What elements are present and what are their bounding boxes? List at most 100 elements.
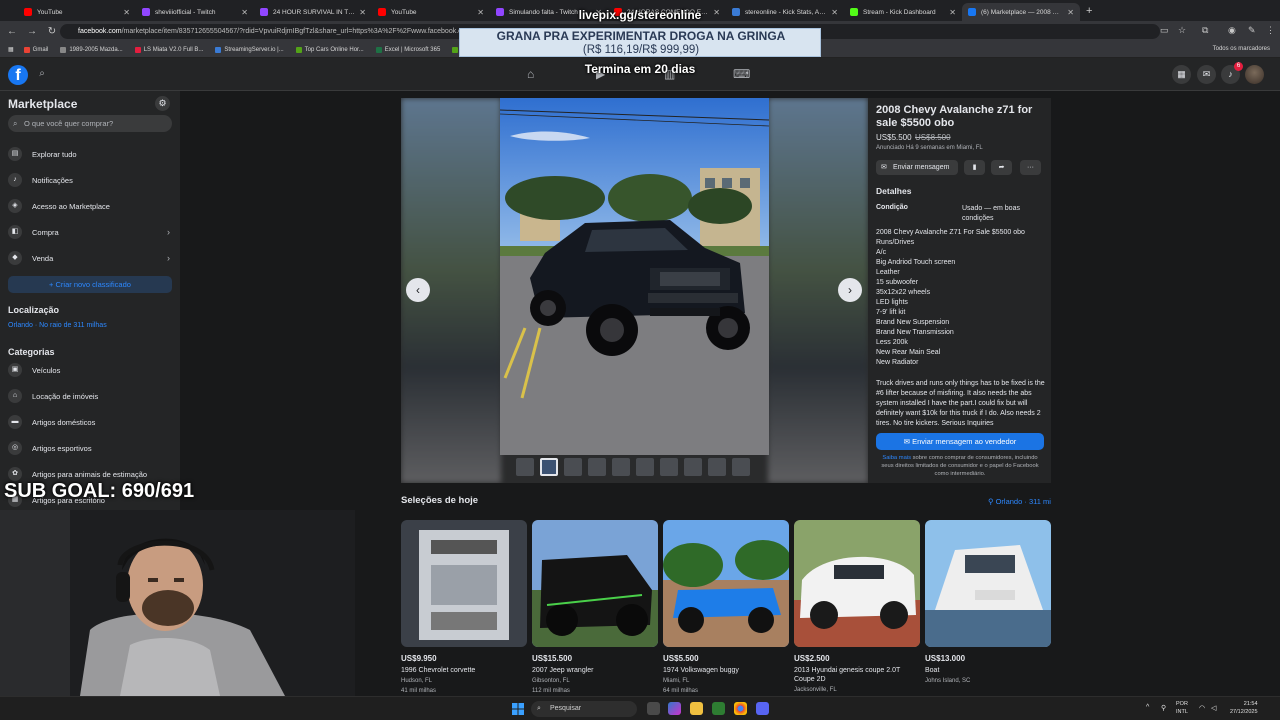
condition-label: Condição [876, 204, 908, 211]
sidebar-title: Marketplace [8, 97, 78, 111]
category-item[interactable]: ▣ Veículos [8, 360, 172, 380]
bookmark-item[interactable]: Top Cars Online Hor... [295, 46, 364, 53]
copilot-icon[interactable] [668, 702, 681, 715]
system-clock[interactable]: 21:54 27/12/2025 [1230, 700, 1258, 716]
image-thumbnail[interactable] [660, 458, 678, 476]
gear-icon[interactable]: ⚙ [155, 96, 170, 111]
search-icon[interactable]: ⌕ [34, 66, 50, 82]
browser-tab[interactable]: YouTube ✕ [18, 3, 136, 21]
more-icon[interactable]: ··· [1020, 160, 1041, 175]
tab-close-icon[interactable]: ✕ [359, 8, 366, 17]
bookmark-item[interactable]: Gmail [23, 46, 48, 53]
bookmark-item[interactable]: StreamingServer.io |... [215, 46, 284, 53]
sidebar-item-bell[interactable]: ♪ Notificações [8, 170, 172, 190]
create-listing-button[interactable]: + Criar novo classificado [8, 276, 172, 293]
listing-card[interactable]: US$5.500 1974 Volkswagen buggy Miami, FL 64… [663, 520, 790, 696]
location-link[interactable]: Orlando · No raio de 311 milhas [8, 322, 107, 329]
learn-more-link[interactable]: Saiba mais [882, 455, 911, 461]
sidebar-item-bag[interactable]: ◧ Compra › [8, 222, 172, 242]
tab-close-icon[interactable]: ✕ [949, 8, 956, 17]
next-image-button[interactable]: › [838, 278, 862, 302]
browser-tab[interactable]: sheviiiofficial - Twitch ✕ [136, 3, 254, 21]
paw-icon: ✿ [8, 467, 22, 481]
input-language[interactable]: POR INTL [1176, 700, 1188, 716]
apps-icon[interactable]: ▦ [8, 46, 14, 53]
browser-tab[interactable]: (6) Marketplace — 2008 Chev ✕ [962, 3, 1080, 21]
home-icon[interactable]: ⌂ [527, 67, 534, 81]
gaming-icon[interactable]: ⌨ [733, 67, 750, 81]
star-icon[interactable]: ☆ [1178, 25, 1186, 36]
sidebar-item-tag[interactable]: ◆ Venda › [8, 248, 172, 268]
new-tab-icon[interactable]: + [1086, 5, 1092, 17]
taskbar-search[interactable]: ⌕ Pesquisar [531, 701, 637, 717]
send-message-seller-button[interactable]: ✉ Enviar mensagem ao vendedor [876, 433, 1044, 450]
browser-tab[interactable]: stereonline - Kick Stats, Analyti ✕ [726, 3, 844, 21]
network-icon[interactable]: ⚲ [1161, 704, 1166, 712]
messenger-icon[interactable]: ✉ [1197, 65, 1216, 84]
reload-icon[interactable]: ↻ [44, 26, 60, 37]
image-thumbnail[interactable] [612, 458, 630, 476]
menu-kebab-icon[interactable]: ⋮ [1266, 25, 1275, 36]
tray-chevron-icon[interactable]: ^ [1146, 704, 1149, 711]
listing-card-image [663, 520, 789, 647]
save-icon[interactable]: ▮ [964, 160, 985, 175]
image-thumbnail[interactable] [540, 458, 558, 476]
browser-tab[interactable]: 24 HOUR SURVIVAL IN THE AI ✕ [254, 3, 372, 21]
tab-close-icon[interactable]: ✕ [1067, 8, 1074, 17]
tab-close-icon[interactable]: ✕ [477, 8, 484, 17]
menu-grid-icon[interactable]: ▦ [1172, 65, 1191, 84]
listing-card[interactable]: US$9.950 1996 Chevrolet corvette Hudson, F… [401, 520, 528, 696]
category-item[interactable]: ▬ Artigos domésticos [8, 412, 172, 432]
forward-icon[interactable]: → [24, 26, 40, 37]
sidebar-item-store[interactable]: ▤ Explorar tudo [8, 144, 172, 164]
tab-close-icon[interactable]: ✕ [123, 8, 130, 17]
card-location: Jacksonville, FL [794, 687, 837, 693]
donation-title: GRANA PRA EXPERIMENTAR DROGA NA GRINGA [496, 29, 786, 43]
bookmark-all[interactable]: Todos os marcadores [1213, 46, 1270, 52]
cast-icon[interactable]: ▭ [1160, 25, 1169, 36]
file-explorer-icon[interactable] [690, 702, 703, 715]
listing-card-image [532, 520, 658, 647]
marketplace-search-input[interactable]: ⌕ O que você quer comprar? [8, 115, 172, 132]
browser-tab[interactable]: Stream - Kick Dashboard ✕ [844, 3, 962, 21]
image-thumbnail[interactable] [588, 458, 606, 476]
listing-card[interactable]: US$13.000 Boat Johns Island, SC [925, 520, 1052, 696]
chrome-icon[interactable] [734, 702, 747, 715]
listing-description: 2008 Chevy Avalanche Z71 For Sale $5500 … [876, 228, 1046, 368]
image-thumbnail[interactable] [684, 458, 702, 476]
browser-tab[interactable]: YouTube ✕ [372, 3, 490, 21]
prev-image-button[interactable]: ‹ [406, 278, 430, 302]
picks-location-link[interactable]: ⚲ Orlando · 311 mi [988, 497, 1051, 506]
bookmark-item[interactable]: LS Miata V2.0 Full B... [134, 46, 203, 53]
windows-start-icon[interactable] [512, 703, 524, 715]
bookmark-item[interactable]: 1989-2005 Mazda... [60, 46, 123, 53]
avatar[interactable] [1245, 65, 1264, 84]
sidebar-item-shield[interactable]: ◈ Acesso ao Marketplace [8, 196, 172, 216]
bookmark-item[interactable]: Excel | Microsoft 365 [375, 46, 440, 53]
listing-card[interactable]: US$2.500 2013 Hyundai genesis coupe 2.0T … [794, 520, 921, 696]
tab-close-icon[interactable]: ✕ [831, 8, 838, 17]
discord-icon[interactable] [756, 702, 769, 715]
image-thumbnail[interactable] [636, 458, 654, 476]
description-line: 7-9' lift kit [876, 309, 906, 316]
volume-icon[interactable]: ◁ [1211, 704, 1216, 712]
category-item[interactable]: ◎ Artigos esportivos [8, 438, 172, 458]
edit-icon[interactable]: ✎ [1248, 25, 1256, 36]
image-thumbnail[interactable] [564, 458, 582, 476]
tab-close-icon[interactable]: ✕ [241, 8, 248, 17]
task-view-icon[interactable] [647, 702, 660, 715]
back-icon[interactable]: ← [4, 26, 20, 37]
profile-icon[interactable]: ◉ [1228, 25, 1236, 36]
image-thumbnail[interactable] [516, 458, 534, 476]
wifi-icon[interactable]: ◠ [1199, 704, 1205, 712]
message-button[interactable]: ✉ Enviar mensagem [876, 160, 958, 175]
image-thumbnail[interactable] [732, 458, 750, 476]
listing-card[interactable]: US$15.500 2007 Jeep wrangler Gibsonton, FL… [532, 520, 659, 696]
store-icon[interactable] [712, 702, 725, 715]
extensions-icon[interactable]: ⧉ [1202, 25, 1208, 36]
facebook-logo[interactable]: f [8, 65, 28, 85]
category-item[interactable]: ⌂ Locação de imóveis [8, 386, 172, 406]
share-icon[interactable]: ➦ [991, 160, 1012, 175]
image-thumbnail[interactable] [708, 458, 726, 476]
card-title: 2007 Jeep wrangler [532, 667, 594, 674]
